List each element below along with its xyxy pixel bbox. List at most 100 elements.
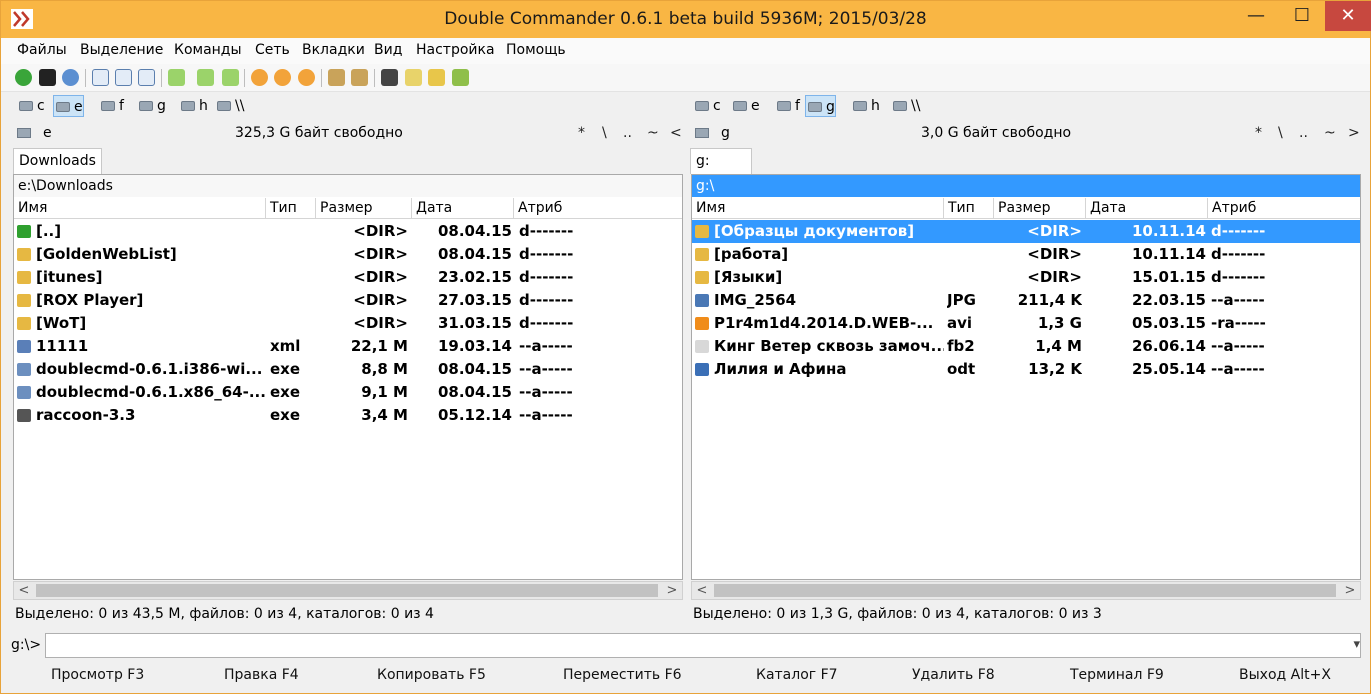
- right-horizontal-scrollbar[interactable]: < >: [691, 581, 1361, 600]
- menu-commands[interactable]: Команды: [174, 42, 242, 58]
- file-row[interactable]: [Языки] <DIR> 15.01.15 d-------: [692, 266, 1360, 289]
- test-archive-icon[interactable]: [298, 69, 315, 86]
- menu-selection[interactable]: Выделение: [80, 42, 163, 58]
- right-current-drive[interactable]: g: [721, 125, 730, 141]
- left-current-drive[interactable]: e: [43, 125, 52, 141]
- column-name[interactable]: Имя: [14, 198, 266, 219]
- edit-f4-button[interactable]: Правка F4: [224, 667, 299, 683]
- nav-home-button[interactable]: ~: [1324, 125, 1336, 141]
- file-row[interactable]: doublecmd-0.6.1.x86_64-... exe 9,1 M 08.04.…: [14, 381, 682, 404]
- file-row[interactable]: Кинг Ветер сквозь замоч... fb2 1,4 M 26.06.…: [692, 335, 1360, 358]
- view-f3-button[interactable]: Просмотр F3: [51, 667, 144, 683]
- file-row[interactable]: [GoldenWebList] <DIR> 08.04.15 d-------: [14, 243, 682, 266]
- left-path-bar[interactable]: e:\Downloads: [14, 175, 682, 197]
- file-row[interactable]: [работа] <DIR> 10.11.14 d-------: [692, 243, 1360, 266]
- scroll-left-icon[interactable]: <: [14, 582, 34, 599]
- refresh-icon[interactable]: [15, 69, 32, 86]
- right-drive-e[interactable]: e: [731, 95, 760, 117]
- column-size[interactable]: Размер: [316, 198, 412, 219]
- right-drive-network[interactable]: \\: [891, 95, 920, 117]
- file-row[interactable]: IMG_2564 JPG 211,4 K 22.03.15 --a-----: [692, 289, 1360, 312]
- nav-up-button[interactable]: ..: [623, 125, 632, 141]
- right-path-bar[interactable]: g:\: [692, 175, 1360, 197]
- column-attr[interactable]: Атриб: [1208, 198, 1360, 219]
- nav-home-button[interactable]: ~: [647, 125, 659, 141]
- column-type[interactable]: Тип: [266, 198, 316, 219]
- column-type[interactable]: Тип: [944, 198, 994, 219]
- scroll-thumb[interactable]: [714, 584, 1336, 597]
- column-date[interactable]: Дата: [412, 198, 514, 219]
- menu-files[interactable]: Файлы: [17, 42, 67, 58]
- command-input[interactable]: [45, 633, 1361, 658]
- menu-help[interactable]: Помощь: [506, 42, 566, 58]
- menu-network[interactable]: Сеть: [255, 42, 290, 58]
- chevron-down-icon[interactable]: ▾: [1353, 637, 1360, 652]
- tab-downloads[interactable]: Downloads: [13, 148, 102, 174]
- mkdir-f7-button[interactable]: Каталог F7: [756, 667, 838, 683]
- nav-root-button[interactable]: *: [1255, 125, 1262, 141]
- file-row[interactable]: Лилия и Афина odt 13,2 K 25.05.14 --a-----: [692, 358, 1360, 381]
- copy-f5-button[interactable]: Копировать F5: [377, 667, 486, 683]
- right-drive-h[interactable]: h: [851, 95, 880, 117]
- nav-up-button[interactable]: ..: [1299, 125, 1308, 141]
- left-drive-c[interactable]: c: [17, 95, 45, 117]
- scroll-right-icon[interactable]: >: [662, 582, 682, 599]
- nav-prev-button[interactable]: <: [670, 125, 682, 141]
- multi-rename-icon[interactable]: [405, 69, 422, 86]
- nav-next-button[interactable]: >: [1348, 125, 1360, 141]
- copy-paths-icon[interactable]: [197, 69, 214, 86]
- unpack-icon[interactable]: [274, 69, 291, 86]
- nav-root-button[interactable]: *: [578, 125, 585, 141]
- left-drive-e[interactable]: e: [53, 95, 84, 117]
- menu-settings[interactable]: Настройка: [416, 42, 495, 58]
- menu-tabs[interactable]: Вкладки: [302, 42, 365, 58]
- properties-icon[interactable]: [452, 69, 469, 86]
- file-row[interactable]: raccoon-3.3 exe 3,4 M 05.12.14 --a-----: [14, 404, 682, 427]
- search-icon[interactable]: [381, 69, 398, 86]
- delete-f8-button[interactable]: Удалить F8: [912, 667, 995, 683]
- left-drive-network[interactable]: \\: [215, 95, 244, 117]
- maximize-button[interactable]: ☐: [1279, 1, 1325, 31]
- file-row[interactable]: P1r4m1d4.2014.D.WEB-... avi 1,3 G 05.03.15-…: [692, 312, 1360, 335]
- menu-view[interactable]: Вид: [374, 42, 402, 58]
- pack-icon[interactable]: [251, 69, 268, 86]
- copy-names-icon[interactable]: [168, 69, 185, 86]
- brief-view-icon[interactable]: [92, 69, 109, 86]
- left-drive-g[interactable]: g: [137, 95, 166, 117]
- file-row[interactable]: [WoT] <DIR> 31.03.15 d-------: [14, 312, 682, 335]
- terminal-f9-button[interactable]: Терминал F9: [1070, 667, 1164, 683]
- terminal-icon[interactable]: [39, 69, 56, 86]
- scroll-thumb[interactable]: [36, 584, 658, 597]
- left-drive-f[interactable]: f: [99, 95, 124, 117]
- close-button[interactable]: ✕: [1325, 1, 1371, 31]
- file-row[interactable]: doublecmd-0.6.1.i386-wi... exe 8,8 M 08.04.…: [14, 358, 682, 381]
- left-horizontal-scrollbar[interactable]: < >: [13, 581, 683, 600]
- nav-backslash-button[interactable]: \: [1278, 125, 1283, 141]
- file-row[interactable]: [Образцы документов] <DIR> 10.11.14 d------…: [692, 220, 1360, 243]
- exit-altx-button[interactable]: Выход Alt+X: [1239, 667, 1331, 683]
- column-size[interactable]: Размер: [994, 198, 1086, 219]
- column-name[interactable]: Имя: [692, 198, 944, 219]
- compare-icon[interactable]: [351, 69, 368, 86]
- right-drive-g[interactable]: g: [805, 95, 836, 117]
- right-drive-c[interactable]: c: [693, 95, 721, 117]
- scroll-left-icon[interactable]: <: [692, 582, 712, 599]
- settings-icon[interactable]: [62, 69, 79, 86]
- move-f6-button[interactable]: Переместить F6: [563, 667, 682, 683]
- edit-icon[interactable]: [428, 69, 445, 86]
- column-date[interactable]: Дата: [1086, 198, 1208, 219]
- move-icon[interactable]: [222, 69, 239, 86]
- file-row[interactable]: [ROX Player] <DIR> 27.03.15 d-------: [14, 289, 682, 312]
- minimize-button[interactable]: —: [1233, 1, 1279, 31]
- thumbnail-view-icon[interactable]: [138, 69, 155, 86]
- file-row[interactable]: 11111 xml 22,1 M 19.03.14 --a-----: [14, 335, 682, 358]
- right-drive-f[interactable]: f: [775, 95, 800, 117]
- full-view-icon[interactable]: [115, 69, 132, 86]
- column-attr[interactable]: Атриб: [514, 198, 682, 219]
- sync-dirs-icon[interactable]: [328, 69, 345, 86]
- file-row[interactable]: [..] <DIR> 08.04.15 d-------: [14, 220, 682, 243]
- file-row[interactable]: [itunes] <DIR> 23.02.15 d-------: [14, 266, 682, 289]
- tab-g[interactable]: g:: [690, 148, 752, 174]
- nav-backslash-button[interactable]: \: [602, 125, 607, 141]
- scroll-right-icon[interactable]: >: [1340, 582, 1360, 599]
